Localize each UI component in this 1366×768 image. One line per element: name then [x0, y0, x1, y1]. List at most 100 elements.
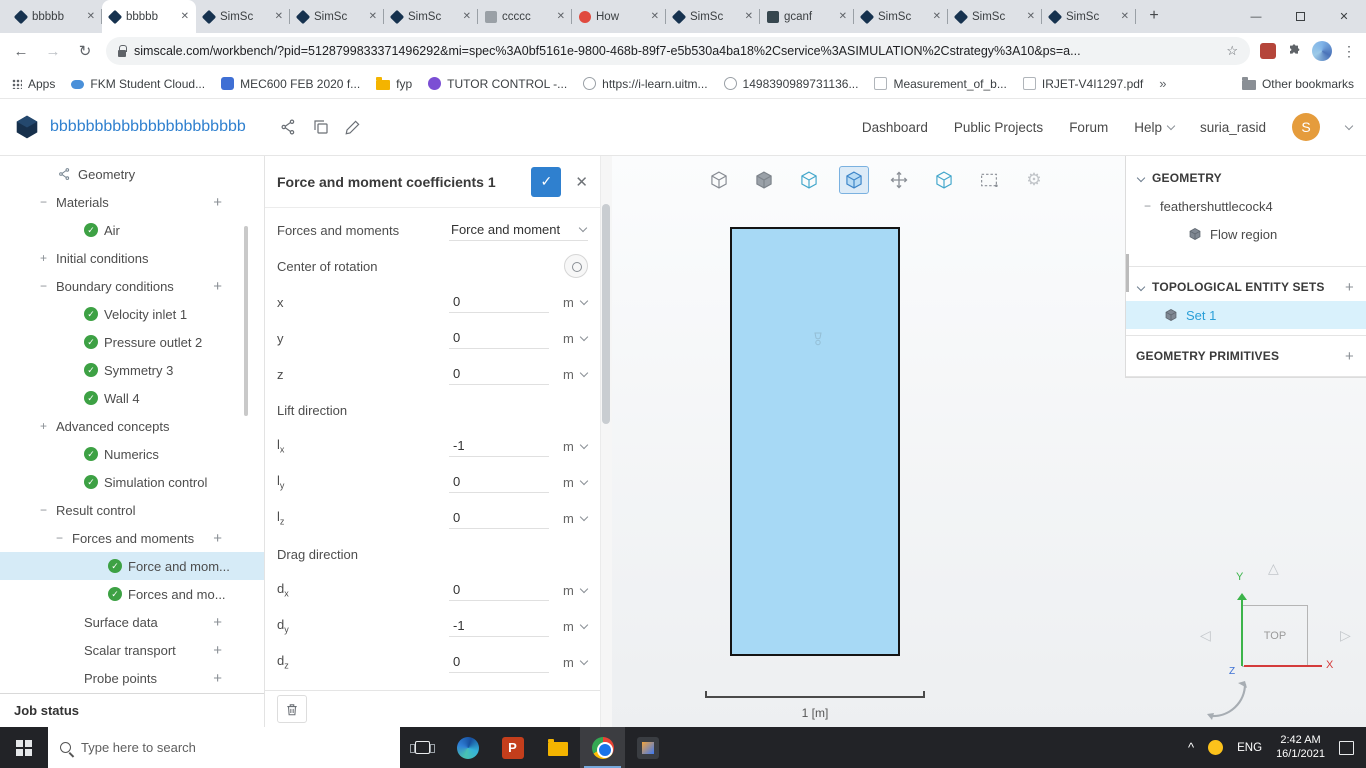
- secure-lock-icon[interactable]: [118, 44, 127, 57]
- tree-item-symmetry-3[interactable]: ✓ Symmetry 3: [0, 356, 264, 384]
- lx-input[interactable]: [449, 435, 549, 457]
- forces-type-select[interactable]: Force and moment: [449, 219, 588, 241]
- add-icon[interactable]: +: [213, 194, 222, 211]
- add-icon[interactable]: +: [213, 278, 222, 295]
- taskbar-clock[interactable]: 2:42 AM 16/1/2021: [1276, 734, 1325, 762]
- tray-expand-icon[interactable]: ^: [1188, 740, 1194, 755]
- y-unit-select[interactable]: m: [563, 331, 589, 346]
- ly-unit-select[interactable]: m: [563, 475, 589, 490]
- orient-up-arrow[interactable]: △: [1268, 560, 1279, 577]
- orient-left-arrow[interactable]: ◁: [1200, 627, 1211, 644]
- ly-input[interactable]: [449, 471, 549, 493]
- add-icon[interactable]: +: [213, 614, 222, 631]
- extension-icon[interactable]: [1260, 43, 1276, 59]
- tree-item-materials[interactable]: − Materials +: [0, 188, 264, 216]
- geometry-primitives-header[interactable]: GEOMETRY PRIMITIVES +: [1126, 342, 1366, 370]
- browser-tab[interactable]: SimSc ✕: [854, 0, 948, 33]
- tree-item-geometry[interactable]: Geometry: [0, 160, 264, 188]
- edge-app-button[interactable]: [445, 727, 490, 768]
- simscale-logo[interactable]: [14, 114, 40, 140]
- geometry-section-header[interactable]: GEOMETRY: [1126, 164, 1366, 192]
- tree-item-simulation-control[interactable]: ✓ Simulation control: [0, 468, 264, 496]
- flow-region-geometry[interactable]: [730, 227, 900, 656]
- back-button[interactable]: ←: [10, 43, 32, 60]
- lz-unit-select[interactable]: m: [563, 511, 589, 526]
- scrollbar-thumb[interactable]: [602, 204, 610, 424]
- reload-button[interactable]: ↻: [74, 42, 96, 60]
- other-bookmarks-button[interactable]: Other bookmarks: [1241, 76, 1354, 91]
- nav-public-projects[interactable]: Public Projects: [954, 120, 1043, 135]
- box-select-icon[interactable]: [974, 166, 1004, 194]
- browser-tab[interactable]: SimSc ✕: [948, 0, 1042, 33]
- dz-unit-select[interactable]: m: [563, 655, 589, 670]
- tree-item-advanced-concepts[interactable]: + Advanced concepts: [0, 412, 264, 440]
- browser-tab[interactable]: SimSc ✕: [384, 0, 478, 33]
- browser-tab[interactable]: How ✕: [572, 0, 666, 33]
- browser-tab[interactable]: SimSc ✕: [1042, 0, 1136, 33]
- new-tab-button[interactable]: +: [1140, 2, 1168, 30]
- address-bar[interactable]: simscale.com/workbench/?pid=512879983337…: [106, 37, 1250, 65]
- shaded-cube-icon[interactable]: [749, 166, 779, 194]
- url-text[interactable]: simscale.com/workbench/?pid=512879983337…: [134, 44, 1218, 58]
- orient-right-arrow[interactable]: ▷: [1340, 627, 1351, 644]
- window-minimize-button[interactable]: —: [1234, 0, 1278, 33]
- dz-input[interactable]: [449, 651, 549, 673]
- powerpoint-app-button[interactable]: P: [490, 727, 535, 768]
- tab-close-icon[interactable]: ✕: [1027, 11, 1035, 22]
- tree-item-initial-conditions[interactable]: + Initial conditions: [0, 244, 264, 272]
- orientation-cube[interactable]: TOP: [1242, 605, 1308, 667]
- window-maximize-button[interactable]: [1278, 0, 1322, 33]
- language-indicator[interactable]: ENG: [1237, 742, 1262, 754]
- search-input[interactable]: [81, 740, 388, 755]
- forward-button[interactable]: →: [42, 43, 64, 60]
- bookmark-folder[interactable]: fyp: [376, 76, 412, 91]
- collapse-icon[interactable]: −: [40, 279, 56, 293]
- bookmark-item[interactable]: IRJET-V4I1297.pdf: [1022, 77, 1143, 91]
- bookmark-star-icon[interactable]: ☆: [1226, 43, 1238, 59]
- confirm-button[interactable]: ✓: [531, 166, 562, 197]
- bookmark-item[interactable]: https://i-learn.uitm...: [583, 77, 708, 91]
- tree-item-surface-data[interactable]: Surface data +: [0, 608, 264, 636]
- gear-icon[interactable]: ⚙: [1019, 166, 1049, 194]
- user-avatar[interactable]: S: [1292, 113, 1320, 141]
- browser-profile-avatar[interactable]: [1312, 41, 1332, 61]
- browser-tab[interactable]: SimSc ✕: [290, 0, 384, 33]
- tree-scrollbar[interactable]: [244, 226, 248, 416]
- tree-item-probe-points[interactable]: Probe points +: [0, 664, 264, 692]
- bookmark-item[interactable]: Measurement_of_b...: [874, 77, 1007, 91]
- project-title[interactable]: bbbbbbbbbbbbbbbbbbbbbb: [50, 118, 246, 136]
- job-status-bar[interactable]: Job status: [0, 693, 264, 727]
- y-input[interactable]: [449, 327, 549, 349]
- x-input[interactable]: [449, 291, 549, 313]
- iso-view-icon[interactable]: [704, 166, 734, 194]
- start-button[interactable]: [0, 727, 48, 768]
- dx-unit-select[interactable]: m: [563, 583, 589, 598]
- geometry-tree-item[interactable]: − feathershuttlecock4: [1126, 192, 1366, 220]
- tree-item-pressure-outlet-2[interactable]: ✓ Pressure outlet 2: [0, 328, 264, 356]
- nav-dashboard[interactable]: Dashboard: [862, 120, 928, 135]
- show-all-cube-icon[interactable]: [794, 166, 824, 194]
- task-view-button[interactable]: [400, 727, 445, 768]
- browser-tab[interactable]: gcanf ✕: [760, 0, 854, 33]
- dy-input[interactable]: [449, 615, 549, 637]
- collapse-icon[interactable]: −: [1144, 199, 1160, 213]
- collapse-icon[interactable]: −: [40, 503, 56, 517]
- add-primitive-icon[interactable]: +: [1345, 348, 1354, 365]
- z-unit-select[interactable]: m: [563, 367, 589, 382]
- set-1-item-selected[interactable]: Set 1: [1126, 301, 1366, 329]
- file-explorer-button[interactable]: [535, 727, 580, 768]
- bookmarks-overflow-icon[interactable]: »: [1159, 76, 1166, 91]
- browser-tab[interactable]: bbbbb ✕: [8, 0, 102, 33]
- flow-region-item[interactable]: Flow region: [1126, 220, 1366, 248]
- panel-scrollbar[interactable]: [600, 156, 612, 727]
- add-set-icon[interactable]: +: [1345, 279, 1354, 296]
- taskbar-search[interactable]: [48, 727, 400, 768]
- collapse-icon[interactable]: −: [56, 531, 72, 545]
- browser-menu-icon[interactable]: ⋮: [1342, 43, 1356, 60]
- tab-close-icon[interactable]: ✕: [1121, 11, 1129, 22]
- active-view-tool-icon[interactable]: [839, 166, 869, 194]
- tab-close-icon[interactable]: ✕: [933, 11, 941, 22]
- delete-button[interactable]: [277, 695, 307, 723]
- rotate-view-icon[interactable]: [1202, 679, 1252, 723]
- chrome-app-button[interactable]: [580, 727, 625, 768]
